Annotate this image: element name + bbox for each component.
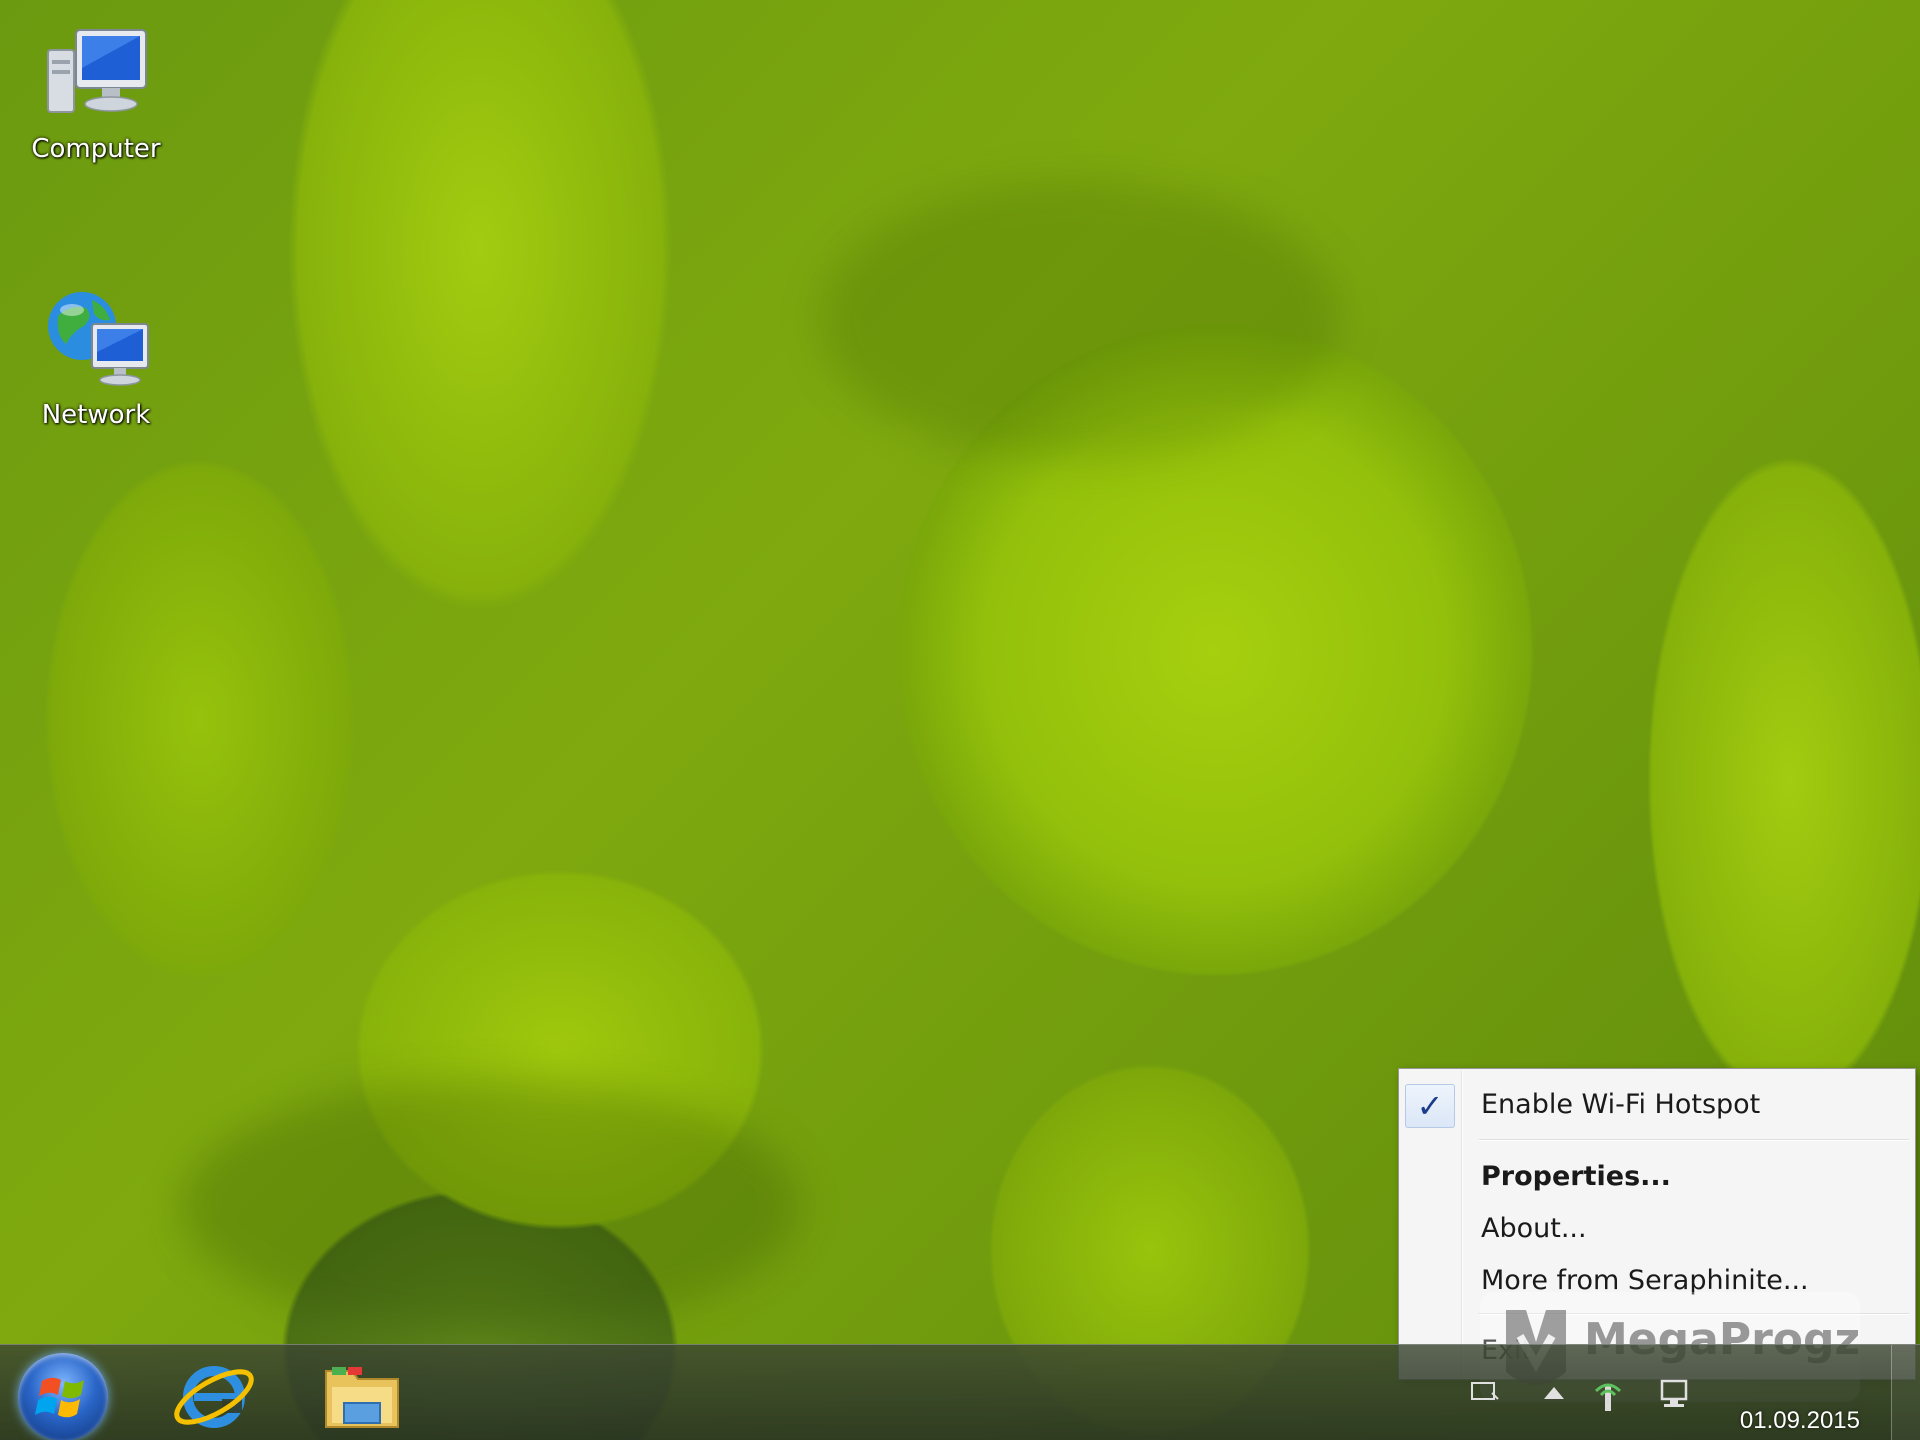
desktop-icon-label: Computer bbox=[31, 134, 161, 164]
show-hidden-icons-icon[interactable] bbox=[1542, 1383, 1566, 1403]
menu-item-label: About... bbox=[1481, 1213, 1587, 1244]
menu-separator bbox=[1479, 1139, 1909, 1141]
wifi-hotspot-icon[interactable] bbox=[1588, 1375, 1628, 1415]
menu-item-label: Enable Wi-Fi Hotspot bbox=[1481, 1089, 1761, 1120]
wallpaper-shade bbox=[180, 1080, 800, 1330]
menu-item-properties[interactable]: Properties... bbox=[1401, 1153, 1913, 1201]
desktop-icon-network[interactable]: Network bbox=[26, 286, 166, 430]
file-explorer-icon bbox=[325, 1367, 399, 1428]
show-desktop-button[interactable] bbox=[1891, 1345, 1920, 1440]
wallpaper-shade bbox=[820, 180, 1340, 460]
desktop[interactable]: Computer Network ✓ Enable Wi-Fi Hotspot bbox=[0, 0, 1920, 1440]
action-center-icon[interactable] bbox=[1470, 1379, 1500, 1405]
taskbar-internet-explorer[interactable] bbox=[164, 1353, 264, 1437]
desktop-icon-computer[interactable]: Computer bbox=[26, 20, 166, 164]
internet-explorer-icon bbox=[174, 1366, 254, 1428]
menu-item-label: Properties... bbox=[1481, 1161, 1671, 1192]
desktop-icon-label: Network bbox=[41, 400, 151, 430]
menu-item-enable-wifi-hotspot[interactable]: ✓ Enable Wi-Fi Hotspot bbox=[1401, 1081, 1913, 1129]
system-tray: 01.09.2015 bbox=[1460, 1345, 1920, 1440]
start-orb-icon[interactable] bbox=[18, 1353, 108, 1440]
taskbar: 01.09.2015 bbox=[0, 1344, 1920, 1440]
network-icon[interactable] bbox=[1656, 1377, 1692, 1411]
network-icon bbox=[36, 286, 156, 396]
clock-date[interactable]: 01.09.2015 bbox=[1740, 1407, 1860, 1435]
computer-icon bbox=[36, 20, 156, 130]
menu-item-about[interactable]: About... bbox=[1401, 1205, 1913, 1253]
checkmark-icon: ✓ bbox=[1405, 1084, 1455, 1128]
taskbar-file-explorer[interactable] bbox=[312, 1353, 412, 1437]
